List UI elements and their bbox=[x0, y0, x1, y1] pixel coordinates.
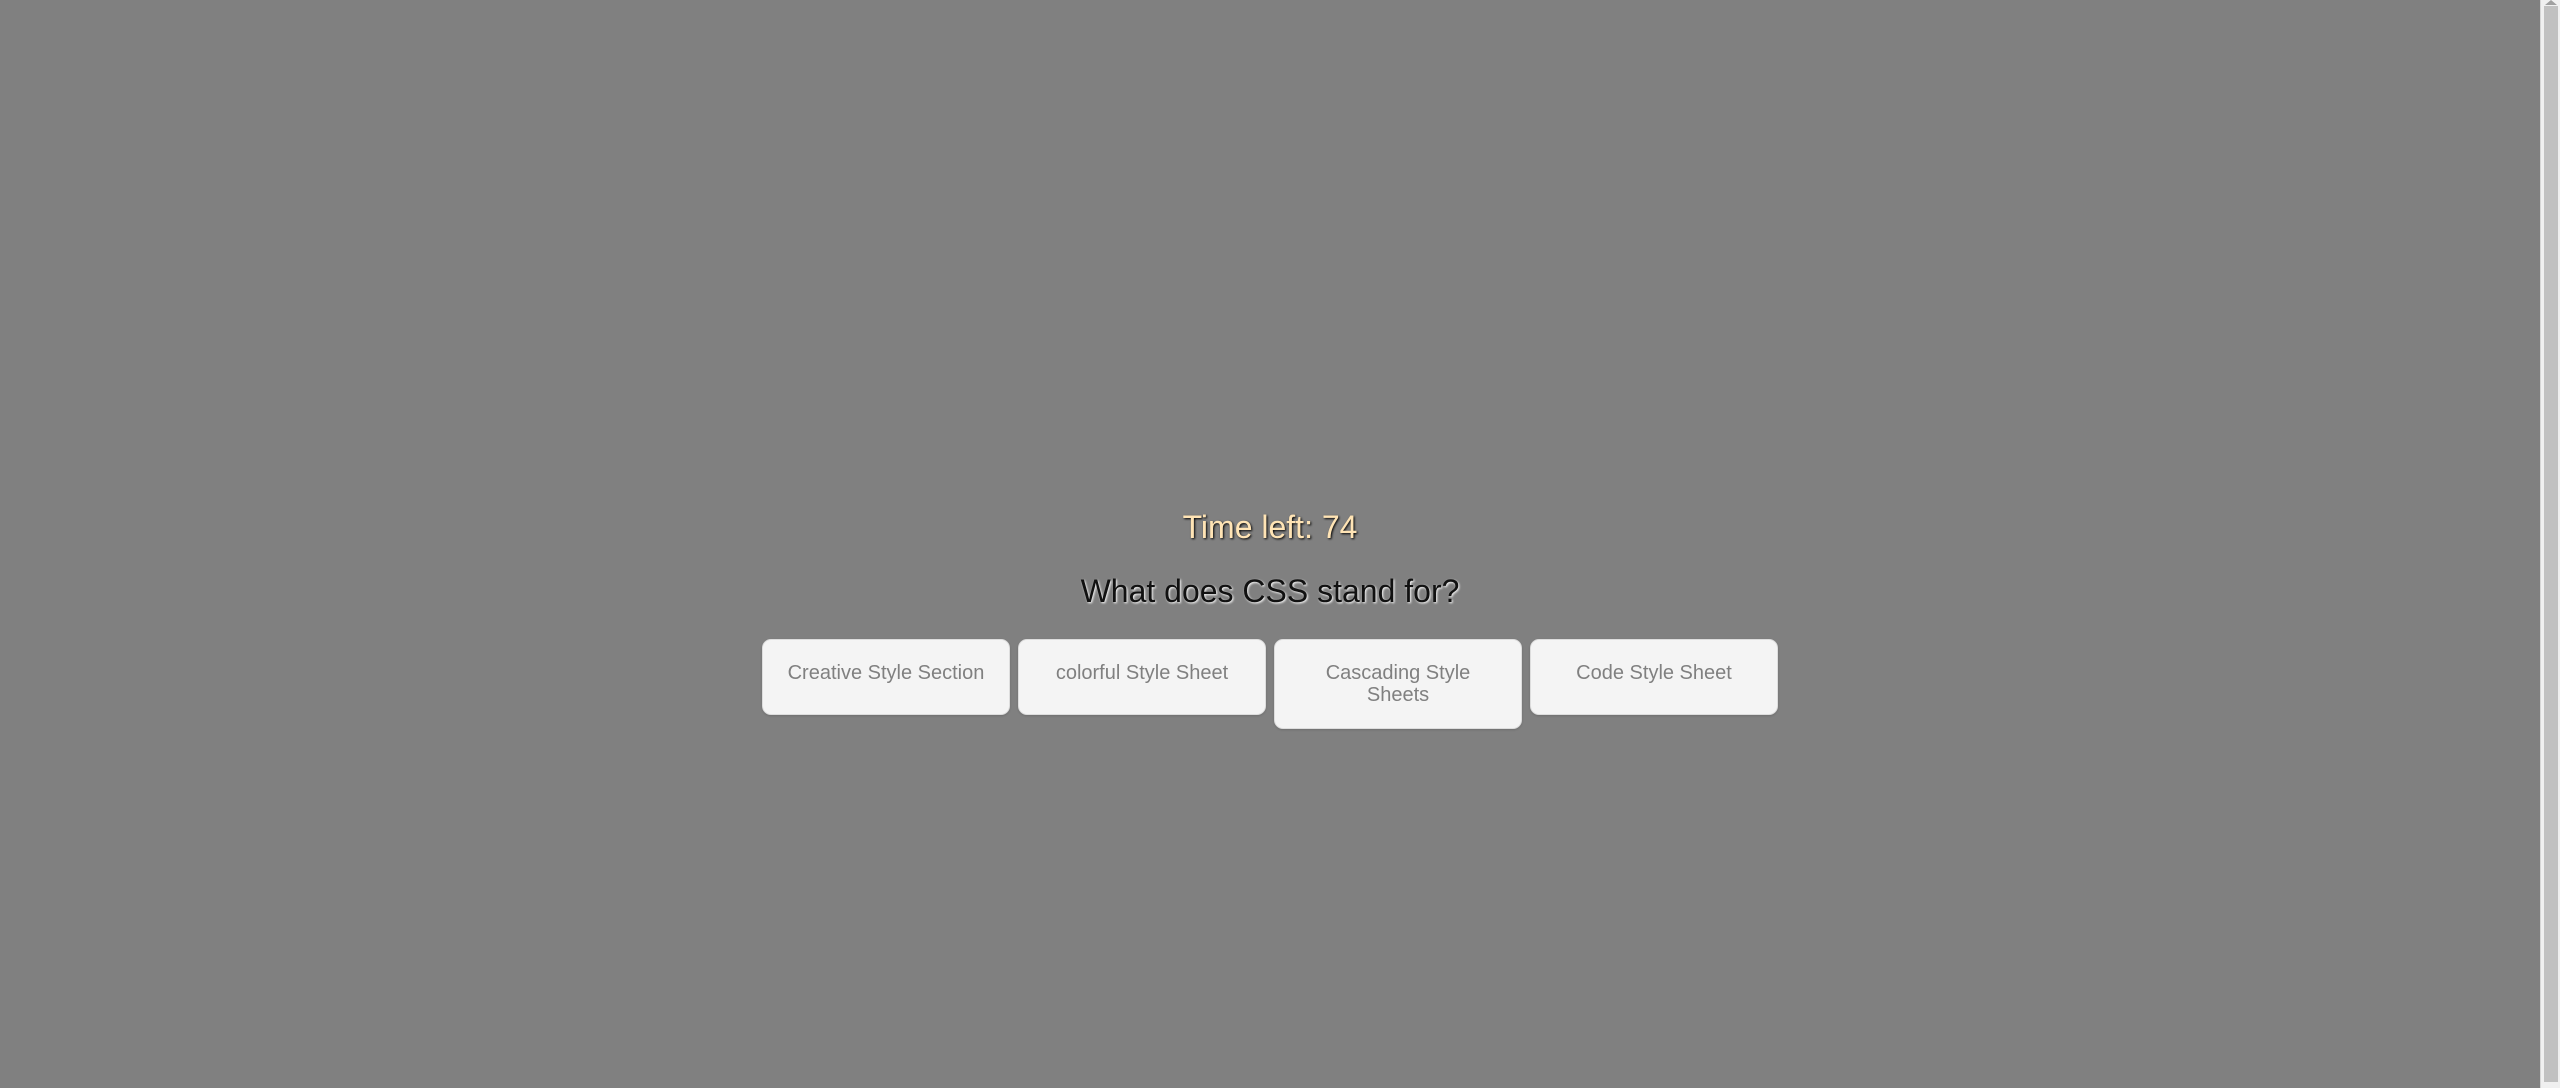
scroll-up-arrow-icon[interactable] bbox=[2545, 0, 2557, 5]
answer-button-4[interactable]: Code Style Sheet bbox=[1530, 639, 1778, 715]
timer-text: Time left: 74 bbox=[1182, 509, 1358, 545]
answer-button-2[interactable]: colorful Style Sheet bbox=[1018, 639, 1266, 715]
quiz-container: Time left: 74 What does CSS stand for? C… bbox=[0, 505, 2540, 729]
quiz-page: Time left: 74 What does CSS stand for? C… bbox=[0, 0, 2540, 1088]
question-text: What does CSS stand for? bbox=[1080, 573, 1460, 609]
answer-button-1[interactable]: Creative Style Section bbox=[762, 639, 1010, 715]
vertical-scrollbar[interactable] bbox=[2540, 0, 2560, 1088]
answer-options: Creative Style Section colorful Style Sh… bbox=[0, 639, 2540, 729]
scrollbar-thumb[interactable] bbox=[2544, 6, 2558, 1082]
answer-button-3[interactable]: Cascading Style Sheets bbox=[1274, 639, 1522, 729]
